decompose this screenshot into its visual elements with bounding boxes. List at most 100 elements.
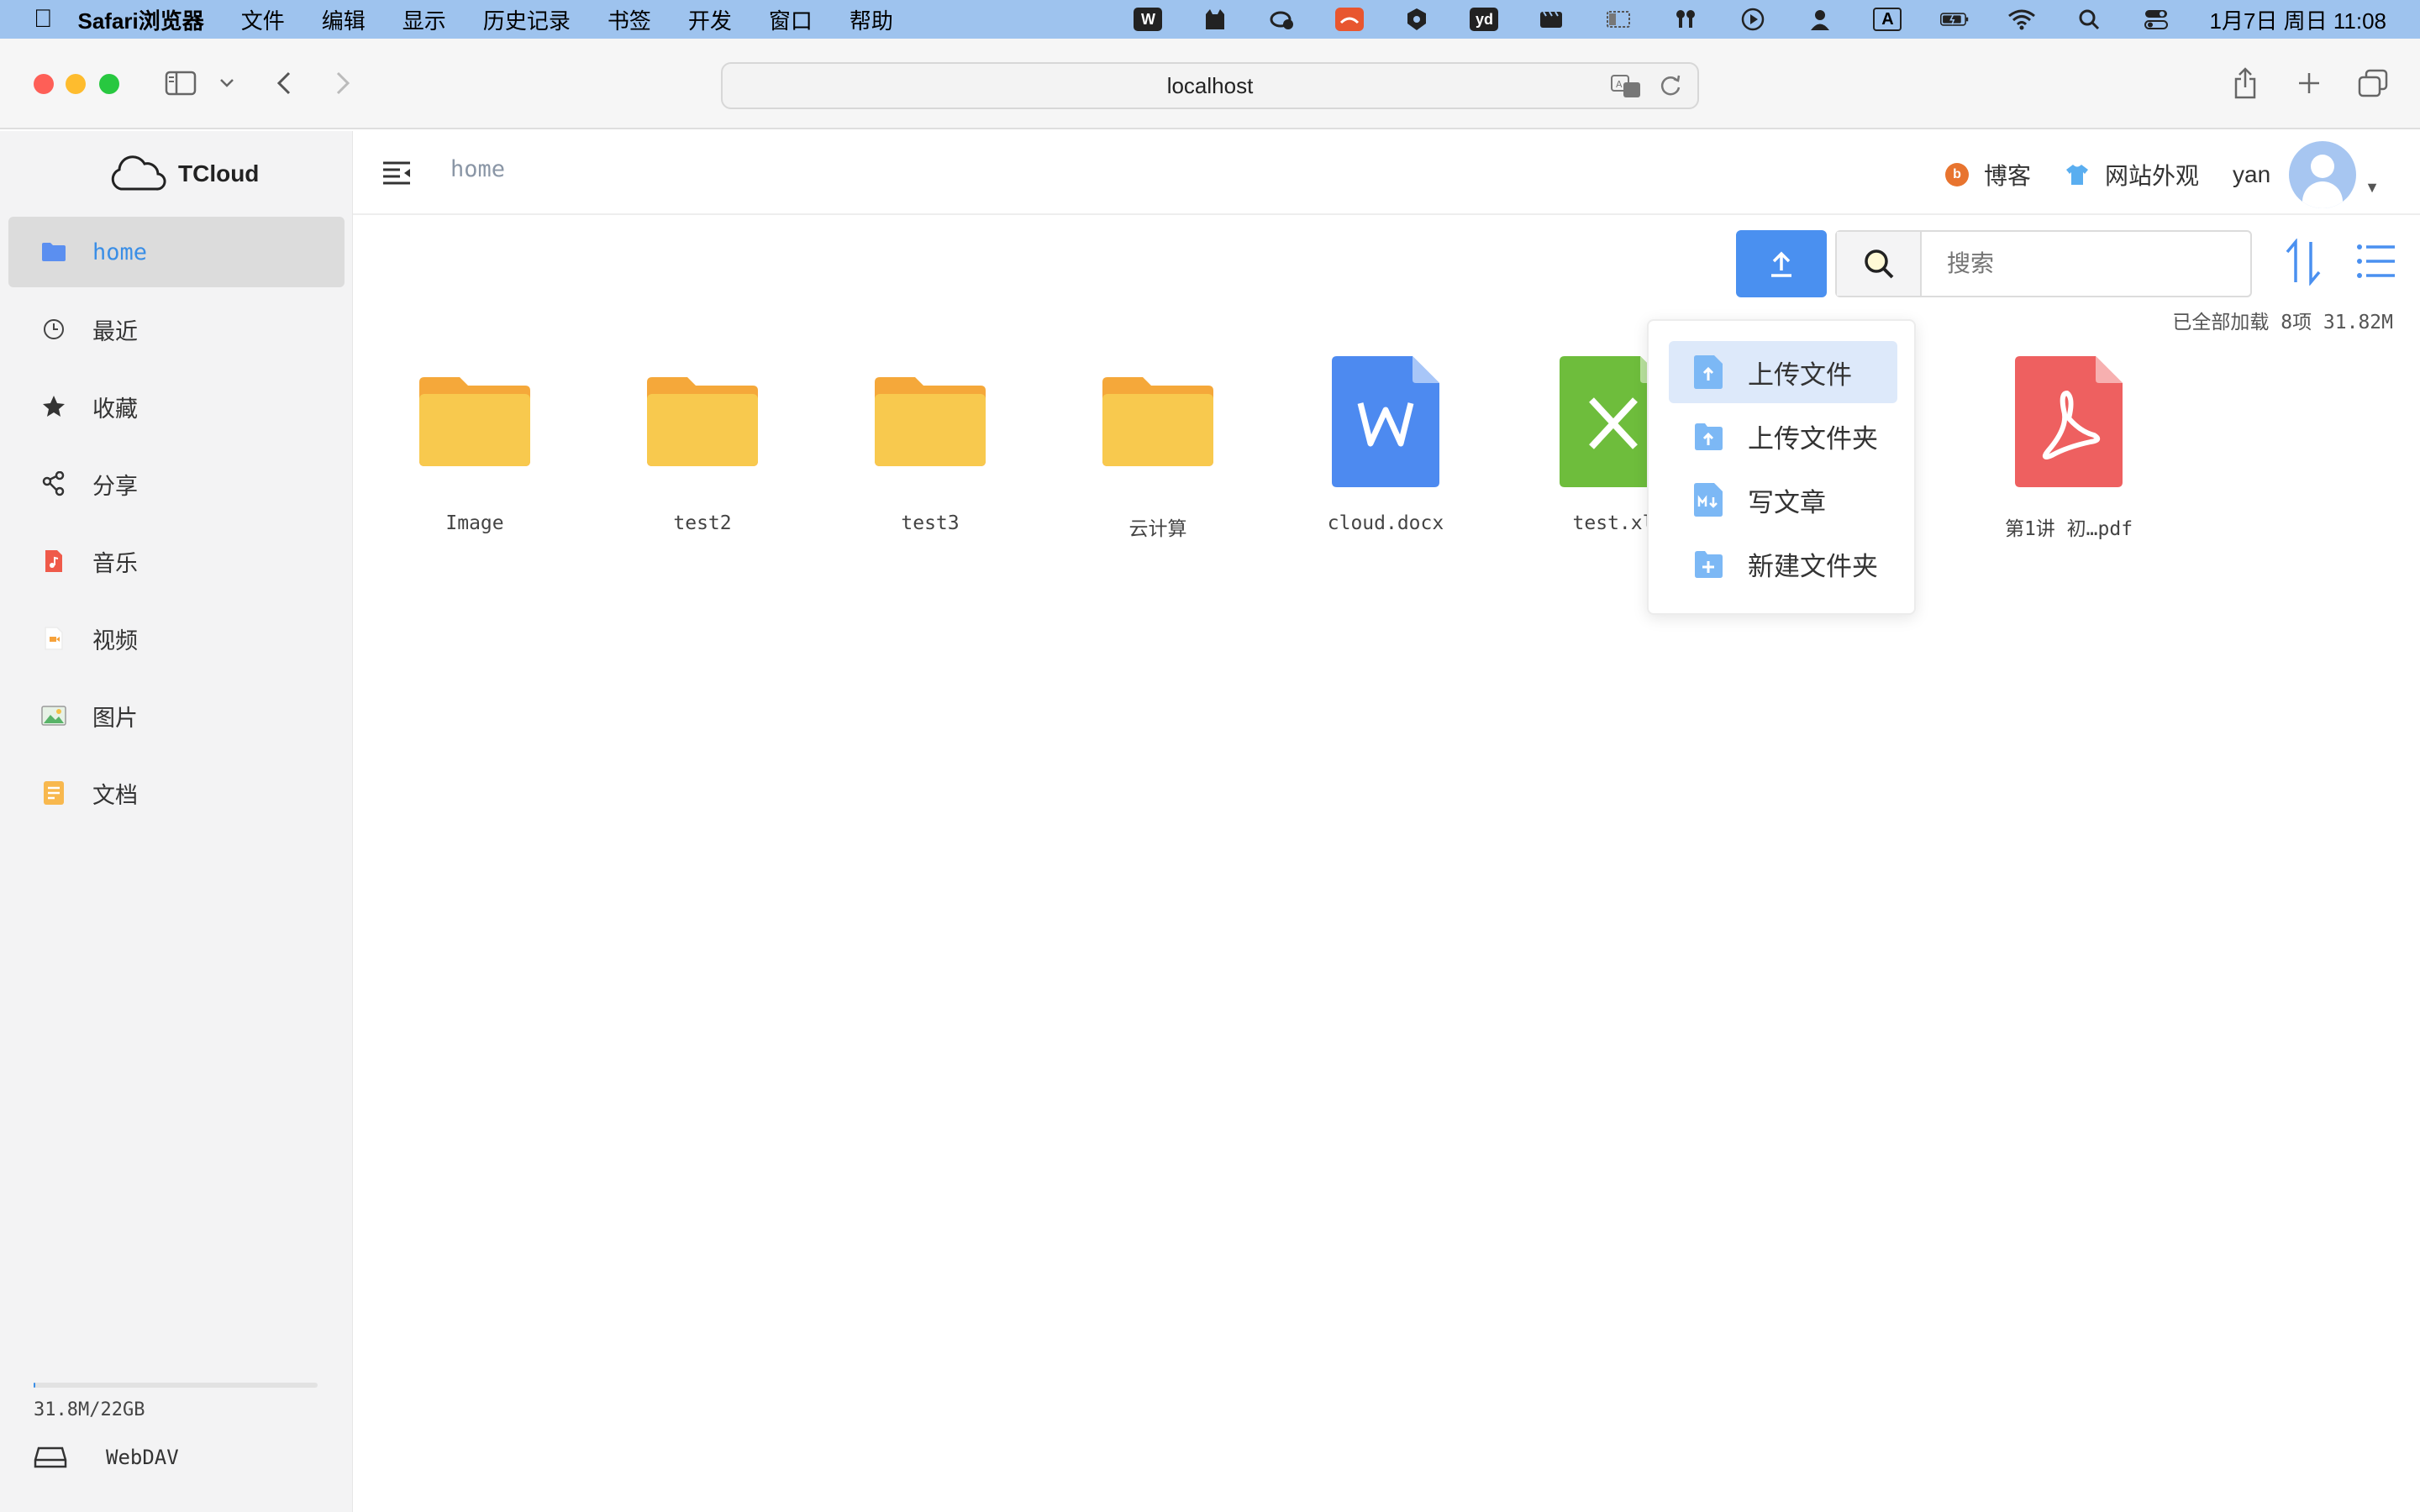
file-name: cloud.docx <box>1327 512 1444 534</box>
brand[interactable]: TCloud <box>108 150 259 198</box>
search-input[interactable] <box>1922 232 2250 296</box>
sidebar-item-home[interactable]: home <box>8 217 345 287</box>
close-window-button[interactable] <box>34 74 54 94</box>
file-item[interactable]: 云计算 <box>1049 346 1267 541</box>
new-tab-icon[interactable] <box>2294 64 2324 102</box>
user-icon[interactable] <box>1806 8 1834 31</box>
menu-history[interactable]: 历史记录 <box>483 4 571 35</box>
share-page-icon[interactable] <box>2230 64 2260 102</box>
menu-file[interactable]: 文件 <box>241 4 285 35</box>
appearance-link[interactable]: 网站外观 <box>2065 158 2199 192</box>
caret-down-icon[interactable]: ▼ <box>2365 179 2380 197</box>
menu-item-new-folder[interactable]: 新建文件夹 <box>1669 533 1897 595</box>
sidebar-item-video[interactable]: 视频 <box>8 603 345 674</box>
storage-usage-text: 31.8M/22GB <box>34 1399 145 1420</box>
folder-icon <box>419 377 530 466</box>
webdav-label: WebDAV <box>106 1446 179 1469</box>
forward-icon[interactable] <box>329 64 356 102</box>
storage-progress-fill <box>34 1383 36 1388</box>
menu-edit[interactable]: 编辑 <box>322 4 366 35</box>
file-name: Image <box>445 512 504 534</box>
shield-icon[interactable] <box>1402 8 1431 31</box>
cloud-logo-icon <box>111 155 166 191</box>
menu-window[interactable]: 窗口 <box>769 4 813 35</box>
folder-icon <box>875 377 986 466</box>
menu-item-upload-folder[interactable]: 上传文件夹 <box>1669 405 1897 467</box>
folder-icon <box>40 239 67 265</box>
file-item[interactable]: test3 <box>821 346 1039 534</box>
youdao-icon[interactable]: yd <box>1470 8 1499 31</box>
input-method-icon[interactable]: A <box>1873 8 1902 31</box>
search-button[interactable] <box>1837 232 1922 296</box>
upload-folder-icon <box>1695 423 1723 450</box>
sidebar-item-images[interactable]: 图片 <box>8 680 345 751</box>
battery-icon[interactable] <box>1940 8 1969 31</box>
airpods-icon[interactable] <box>1671 8 1700 31</box>
file-item[interactable]: cloud.docx <box>1276 346 1495 534</box>
menu-view[interactable]: 显示 <box>402 4 446 35</box>
file-name: 第1讲 初…pdf <box>2004 518 2133 540</box>
sidebar-item-label: 分享 <box>92 473 138 500</box>
window-manager-icon[interactable] <box>1604 8 1633 31</box>
sidebar-item-music[interactable]: 音乐 <box>8 526 345 596</box>
sidebar-item-favorites[interactable]: 收藏 <box>8 371 345 442</box>
menu-item-write-article[interactable]: 写文章 <box>1669 469 1897 531</box>
blog-label: 博客 <box>1983 163 2031 189</box>
sidebar-item-share[interactable]: 分享 <box>8 449 345 519</box>
control-center-icon[interactable] <box>2142 8 2170 31</box>
list-view-icon[interactable] <box>2356 242 2396 281</box>
folder-icon <box>1102 377 1213 466</box>
brand-name: TCloud <box>178 160 260 186</box>
sidebar-item-documents[interactable]: 文档 <box>8 758 345 828</box>
menu-item-upload-file[interactable]: 上传文件 <box>1669 341 1897 403</box>
folder-icon <box>647 377 758 466</box>
app-red-icon[interactable] <box>1335 8 1365 31</box>
file-item[interactable]: 第1讲 初…pdf <box>1960 346 2178 541</box>
sidebar-toggle-icon[interactable] <box>163 64 198 102</box>
address-bar[interactable]: localhost A <box>721 62 1699 109</box>
breadcrumb[interactable]: home <box>450 156 505 182</box>
avatar[interactable] <box>2289 141 2357 208</box>
menu-bookmarks[interactable]: 书签 <box>608 4 651 35</box>
translate-icon[interactable]: A <box>1610 72 1644 107</box>
menu-develop[interactable]: 开发 <box>688 4 732 35</box>
cat-icon[interactable] <box>1201 8 1229 31</box>
weather-icon[interactable] <box>1268 8 1297 31</box>
clapper-icon[interactable] <box>1537 8 1565 31</box>
file-item[interactable]: test2 <box>593 346 812 534</box>
menu-item-label: 写文章 <box>1748 487 1826 517</box>
apple-icon[interactable]:  <box>34 5 53 34</box>
reload-icon[interactable] <box>1659 72 1682 107</box>
search-icon <box>1864 249 1893 279</box>
wifi-icon[interactable] <box>2007 8 2036 31</box>
wps-icon[interactable]: W <box>1134 8 1163 31</box>
blog-icon: b <box>1944 163 1969 186</box>
minimize-window-button[interactable] <box>66 74 86 94</box>
back-icon[interactable] <box>271 64 297 102</box>
spotlight-search-icon[interactable] <box>2075 8 2103 31</box>
file-name: test2 <box>673 512 732 534</box>
blog-link[interactable]: b 博客 <box>1944 158 2031 192</box>
sidebar-item-recent[interactable]: 最近 <box>8 294 345 365</box>
collapse-menu-icon[interactable] <box>380 156 413 190</box>
sidebar: TCloud home 最近 收藏 分享 音乐 视频 图片 文档 31.8M/2… <box>0 131 353 1512</box>
tab-group-chevron-down-icon[interactable] <box>217 64 237 102</box>
menu-app-safari[interactable]: Safari浏览器 <box>78 4 204 35</box>
username: yan <box>2233 161 2271 187</box>
tab-overview-icon[interactable] <box>2356 64 2390 102</box>
zoom-window-button[interactable] <box>99 74 119 94</box>
video-icon <box>40 625 67 652</box>
user-menu[interactable]: yan ▼ <box>2233 141 2380 208</box>
word-document-icon <box>1332 356 1439 487</box>
clock-icon <box>40 316 67 343</box>
webdav-link[interactable]: WebDAV <box>34 1445 179 1470</box>
sort-icon[interactable] <box>2282 239 2324 286</box>
file-item[interactable]: Image <box>366 346 584 534</box>
play-icon[interactable] <box>1739 8 1767 31</box>
upload-button[interactable] <box>1736 230 1827 297</box>
menubar-clock[interactable]: 1月7日 周日 11:08 <box>2209 4 2386 35</box>
menu-bar:  Safari浏览器 文件 编辑 显示 历史记录 书签 开发 窗口 帮助 W … <box>0 0 2420 39</box>
menu-help[interactable]: 帮助 <box>850 4 893 35</box>
tshirt-icon <box>2065 163 2090 186</box>
sidebar-item-label: 最近 <box>92 318 138 345</box>
